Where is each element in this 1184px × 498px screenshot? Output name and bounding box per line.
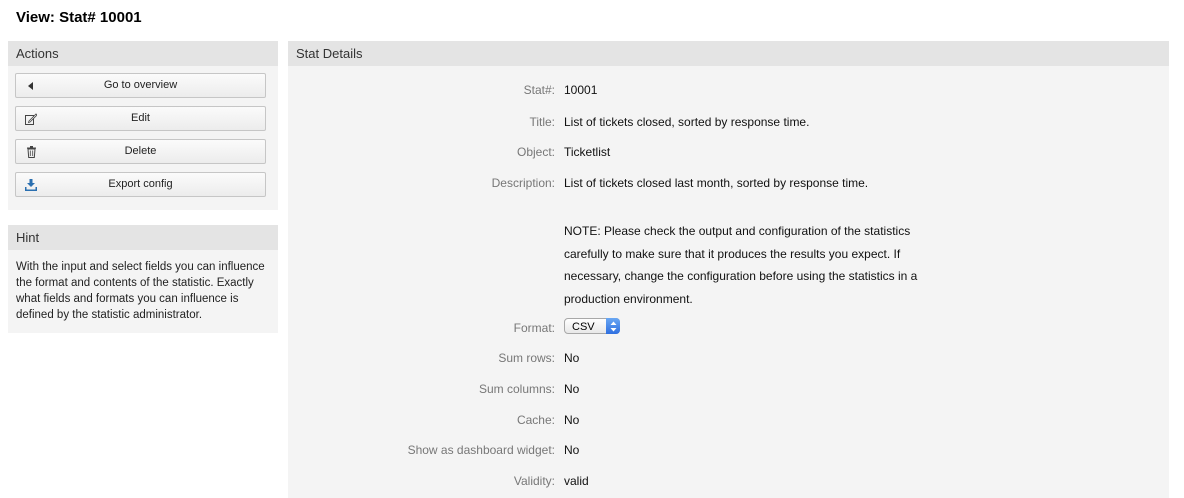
trash-icon [24,140,38,163]
sum-columns-row: Sum columns: No [288,382,1169,400]
stat-details-panel: Stat Details Stat#: 10001 Title: List of… [288,41,1169,498]
dashboard-widget-value: No [564,443,580,457]
sum-rows-value: No [564,351,580,365]
hint-box: Hint With the input and select fields yo… [8,225,278,333]
actions-box: Actions Go to overview Edit Delete Expor… [8,41,278,210]
hint-text: With the input and select fields you can… [16,261,265,321]
dashboard-widget-label: Show as dashboard widget: [407,443,555,457]
hint-header: Hint [8,225,278,250]
stat-number-value: 10001 [564,83,598,97]
sum-columns-label: Sum columns: [478,382,555,396]
object-value: Ticketlist [564,145,611,159]
stat-number-row: Stat#: 10001 [288,83,1169,101]
stat-details-header: Stat Details [288,41,1169,66]
format-row: Format: CSV [288,318,1169,339]
format-select[interactable]: CSV [564,318,620,334]
edit-icon [24,107,38,130]
title-label: Title: [529,115,555,129]
caret-left-icon [24,74,38,97]
stat-number-label: Stat#: [523,83,555,97]
description-note: NOTE: Please check the output and config… [564,224,918,307]
object-label: Object: [516,145,555,159]
select-updown-icon [606,318,620,334]
title-value: List of tickets closed, sorted by respon… [564,115,810,129]
cache-label: Cache: [516,413,555,427]
edit-label: Edit [131,112,150,124]
validity-value: valid [564,474,589,488]
actions-header: Actions [8,41,278,66]
format-select-value: CSV [572,321,595,333]
validity-row: Validity: valid [288,474,1169,492]
description-row: Description: List of tickets closed last… [288,176,1169,194]
description-label: Description: [491,176,555,190]
sum-rows-row: Sum rows: No [288,351,1169,369]
sidebar: Actions Go to overview Edit Delete Expor… [8,41,278,348]
go-to-overview-label: Go to overview [103,79,178,91]
cache-value: No [564,413,580,427]
download-icon [24,173,38,196]
go-to-overview-button[interactable]: Go to overview [15,73,266,98]
export-config-label: Export config [108,178,173,190]
format-label: Format: [513,321,555,335]
cache-row: Cache: No [288,413,1169,431]
sum-columns-value: No [564,382,580,396]
object-row: Object: Ticketlist [288,145,1169,163]
title-row: Title: List of tickets closed, sorted by… [288,115,1169,133]
delete-label: Delete [124,145,157,157]
export-config-button[interactable]: Export config [15,172,266,197]
sum-rows-label: Sum rows: [498,351,555,365]
delete-button[interactable]: Delete [15,139,266,164]
dashboard-widget-row: Show as dashboard widget: No [288,443,1169,461]
validity-label: Validity: [513,474,555,488]
page-title: View: Stat# 10001 [16,9,142,26]
description-value: List of tickets closed last month, sorte… [564,176,869,190]
edit-button[interactable]: Edit [15,106,266,131]
